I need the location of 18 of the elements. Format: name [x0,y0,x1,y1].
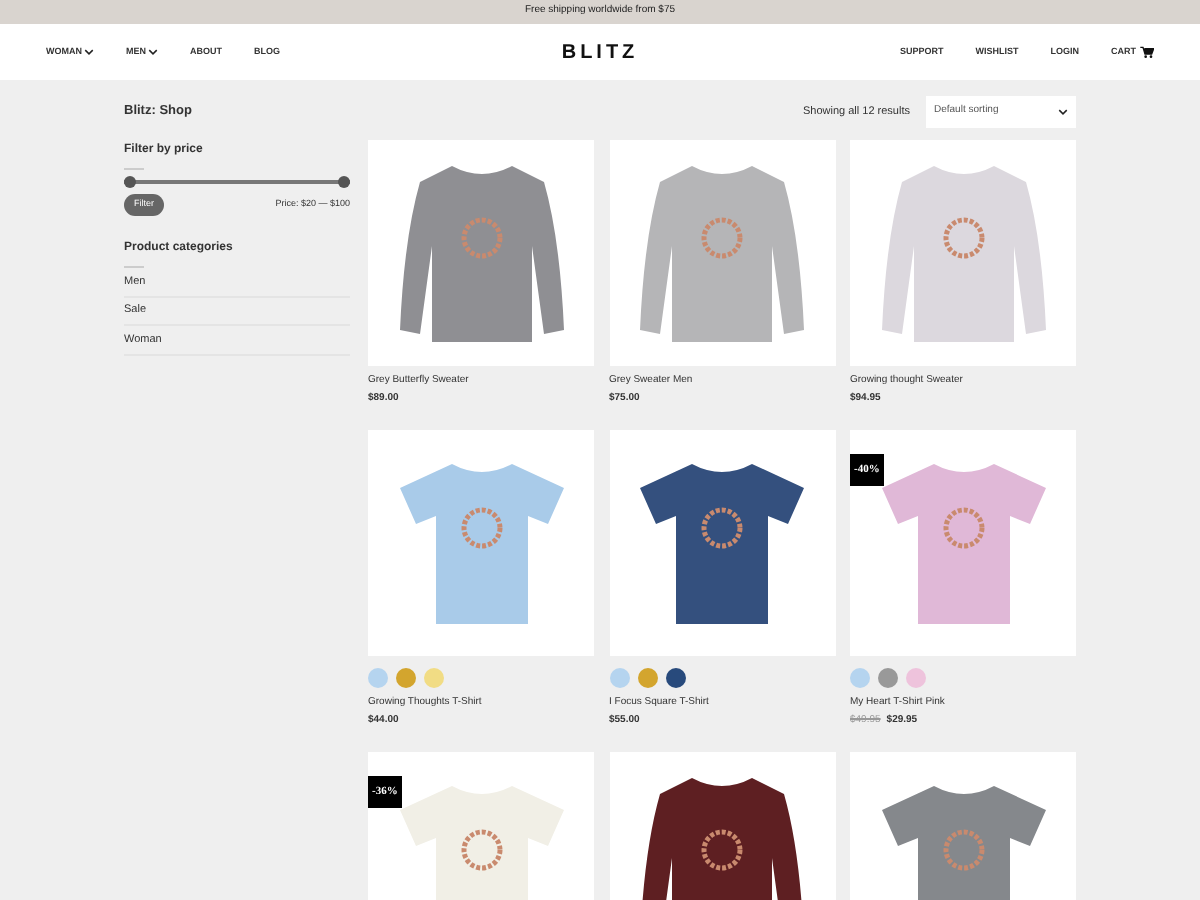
cart-icon [1140,46,1155,58]
color-swatch[interactable] [637,668,657,688]
price-slider[interactable] [124,176,350,188]
logo[interactable]: BLITZ [561,37,639,67]
chevron-down-icon [1058,108,1068,116]
chevron-down-icon [148,48,158,56]
color-swatch[interactable] [368,668,388,688]
color-swatch[interactable] [396,668,416,688]
color-swatch[interactable] [665,668,685,688]
chevron-down-icon [84,48,94,56]
color-swatch[interactable] [850,668,870,688]
color-swatch[interactable] [906,668,926,688]
product-photo[interactable] [609,430,835,656]
slider-handle[interactable] [338,176,350,188]
slider-handle[interactable] [124,176,136,188]
color-swatch[interactable] [609,668,629,688]
color-swatch[interactable] [878,668,898,688]
color-swatch[interactable] [424,668,444,688]
